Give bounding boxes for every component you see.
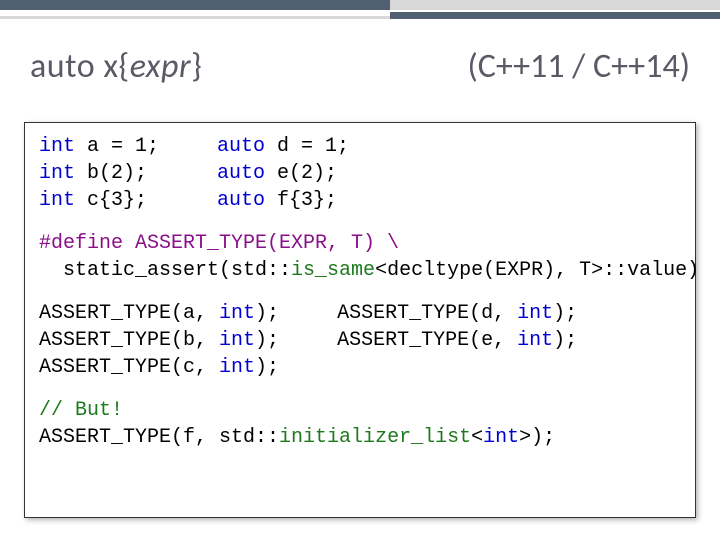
declarations-int-col: int a = 1;int b(2);int c{3}; <box>39 133 159 214</box>
title-auto: auto x{ <box>30 46 130 87</box>
code-text: d = 1; <box>265 135 349 158</box>
code-line: ASSERT_TYPE(c, int); <box>39 354 279 381</box>
title-expr: expr <box>130 46 191 87</box>
keyword: auto <box>217 189 265 212</box>
title-left: auto x{expr} <box>30 46 202 87</box>
asserts-right-col: ASSERT_TYPE(d, int);ASSERT_TYPE(e, int); <box>337 300 577 381</box>
assert-post: ); <box>255 329 279 352</box>
assert-pre: ASSERT_TYPE(a, <box>39 302 219 325</box>
define-line2-tmpl: is_same <box>291 259 375 282</box>
title-right: (C++11 / C++14) <box>467 46 690 87</box>
code-text: f{3}; <box>265 189 337 212</box>
keyword: int <box>517 302 553 325</box>
title-close: } <box>191 46 202 87</box>
keyword: int <box>39 162 75 185</box>
code-text: c{3}; <box>75 189 147 212</box>
assert-post: ); <box>553 329 577 352</box>
code-line: ASSERT_TYPE(d, int); <box>337 300 577 327</box>
asserts-left-col: ASSERT_TYPE(a, int);ASSERT_TYPE(b, int);… <box>39 300 279 381</box>
declarations-block: int a = 1;int b(2);int c{3}; auto d = 1;… <box>39 133 681 214</box>
define-line1: #define ASSERT_TYPE(EXPR, T) \ <box>39 232 399 255</box>
keyword: int <box>39 189 75 212</box>
f-assert-post: >); <box>519 426 555 449</box>
code-text: b(2); <box>75 162 147 185</box>
assert-pre: ASSERT_TYPE(e, <box>337 329 517 352</box>
assert-post: ); <box>255 356 279 379</box>
declarations-auto-col: auto d = 1;auto e(2);auto f{3}; <box>217 133 349 214</box>
define-line2-pre: static_assert(std:: <box>39 259 291 282</box>
but-comment: // But! <box>39 399 123 422</box>
assert-pre: ASSERT_TYPE(d, <box>337 302 517 325</box>
code-box: int a = 1;int b(2);int c{3}; auto d = 1;… <box>24 122 696 518</box>
code-line: ASSERT_TYPE(e, int); <box>337 327 577 354</box>
keyword: auto <box>217 162 265 185</box>
assert-pre: ASSERT_TYPE(c, <box>39 356 219 379</box>
keyword: int <box>517 329 553 352</box>
keyword: int <box>39 135 75 158</box>
but-block: // But! ASSERT_TYPE(f, std::initializer_… <box>39 397 681 451</box>
f-assert-tmpl: initializer_list <box>279 426 471 449</box>
slide-accent-bar <box>0 0 720 18</box>
keyword: int <box>219 356 255 379</box>
f-assert-kw: int <box>483 426 519 449</box>
code-line: int a = 1; <box>39 133 159 160</box>
code-line: ASSERT_TYPE(b, int); <box>39 327 279 354</box>
code-text: e(2); <box>265 162 337 185</box>
code-line: auto d = 1; <box>217 133 349 160</box>
code-line: int c{3}; <box>39 187 159 214</box>
slide-title: auto x{expr} (C++11 / C++14) <box>30 46 690 87</box>
code-text: a = 1; <box>75 135 159 158</box>
define-block: #define ASSERT_TYPE(EXPR, T) \ static_as… <box>39 230 681 284</box>
code-line: auto f{3}; <box>217 187 349 214</box>
code-line: auto e(2); <box>217 160 349 187</box>
code-line: int b(2); <box>39 160 159 187</box>
assert-post: ); <box>553 302 577 325</box>
f-assert-pre: ASSERT_TYPE(f, std:: <box>39 426 279 449</box>
define-line2-post: <decltype(EXPR), T>::value) <box>375 259 699 282</box>
keyword: auto <box>217 135 265 158</box>
asserts-block: ASSERT_TYPE(a, int);ASSERT_TYPE(b, int);… <box>39 300 681 381</box>
f-assert-mid: < <box>471 426 483 449</box>
keyword: int <box>219 302 255 325</box>
keyword: int <box>219 329 255 352</box>
assert-post: ); <box>255 302 279 325</box>
code-line: ASSERT_TYPE(a, int); <box>39 300 279 327</box>
assert-pre: ASSERT_TYPE(b, <box>39 329 219 352</box>
